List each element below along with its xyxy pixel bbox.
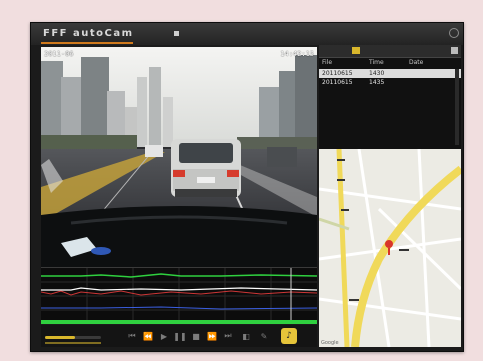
location-pin-icon <box>385 240 393 248</box>
title-accent-line <box>41 42 133 44</box>
gsensor-plot <box>40 268 318 324</box>
settings-icon[interactable]: ✎ <box>257 330 271 342</box>
dashcam-frame <box>41 47 317 267</box>
volume-slider[interactable] <box>45 342 101 344</box>
file-time: 1430 <box>369 70 385 77</box>
menu-dot-icon[interactable] <box>174 31 179 36</box>
col-date[interactable]: Date <box>409 59 423 66</box>
panel-menu-icon[interactable] <box>451 47 458 54</box>
file-list-header: File Time Date <box>319 58 461 67</box>
file-row[interactable]: 20110615 1435 <box>319 78 461 87</box>
osd-date: 2011-06 <box>44 50 74 58</box>
map-tiles <box>319 149 461 347</box>
title-bar: FFF autoCam <box>31 23 463 45</box>
next-icon[interactable]: ⏭ <box>221 330 235 342</box>
rewind-icon[interactable]: ⏪ <box>141 330 155 342</box>
stop-icon[interactable]: ■ <box>189 330 203 342</box>
file-row[interactable]: 20110615 1430 <box>319 69 461 78</box>
panel-header <box>319 45 461 58</box>
snapshot-icon[interactable]: ◧ <box>239 330 253 342</box>
gsensor-graph[interactable] <box>40 267 318 324</box>
forward-icon[interactable]: ⏩ <box>205 330 219 342</box>
prev-icon[interactable]: ⏮ <box>125 330 139 342</box>
app-title: FFF autoCam <box>43 28 134 39</box>
file-name: 20110615 <box>322 70 353 77</box>
pause-icon[interactable]: ❚❚ <box>173 330 187 342</box>
file-list-scrollbar[interactable] <box>455 69 459 145</box>
speaker-icon[interactable]: ♪ <box>281 328 297 344</box>
dashcam-player-window: FFF autoCam 2011-06 14:42:15 ⏮ ⏪ ▶ ❚❚ ■ … <box>30 22 464 352</box>
seek-slider[interactable] <box>45 336 101 339</box>
file-list-panel: File Time Date 20110615 1430 20110615 14… <box>319 45 461 149</box>
close-icon[interactable] <box>449 28 459 38</box>
file-time: 1435 <box>369 79 385 86</box>
play-icon[interactable]: ▶ <box>157 330 171 342</box>
file-name: 20110615 <box>322 79 353 86</box>
video-view[interactable]: 2011-06 14:42:15 <box>41 47 317 267</box>
osd-time: 14:42:15 <box>280 50 314 58</box>
tab-files[interactable] <box>352 47 360 54</box>
playback-controls: ⏮ ⏪ ▶ ❚❚ ■ ⏩ ⏭ ◧ ✎ ♪ <box>41 325 317 347</box>
map-credit: Google <box>321 340 339 346</box>
col-file[interactable]: File <box>322 59 332 66</box>
gps-map[interactable]: Google <box>319 149 461 347</box>
col-time[interactable]: Time <box>369 59 384 66</box>
seek-fill <box>45 336 76 339</box>
